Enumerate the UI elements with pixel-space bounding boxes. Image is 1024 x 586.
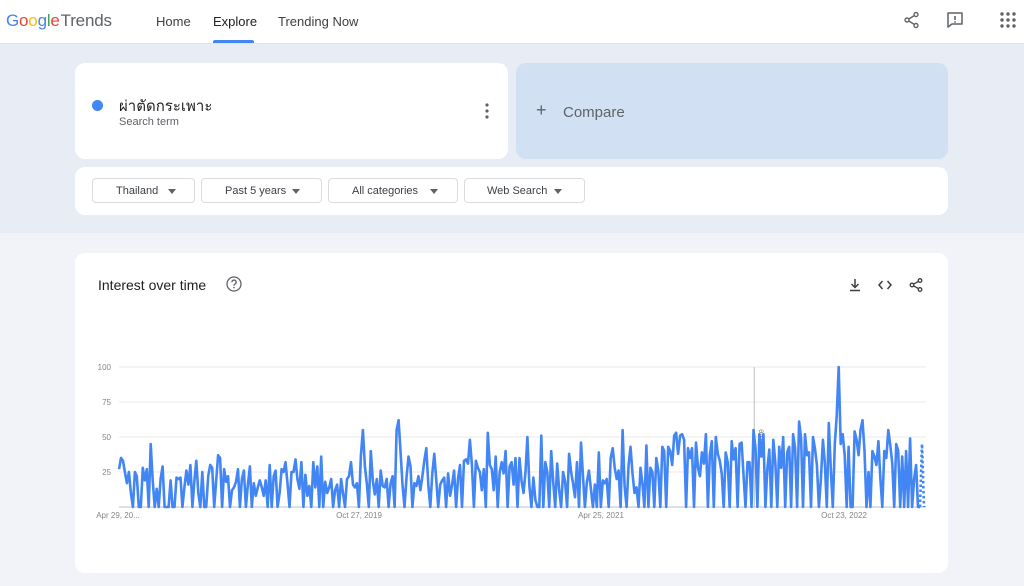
x-tick-label: Apr 29, 20... (96, 511, 140, 520)
x-tick-label: Oct 23, 2022 (821, 511, 867, 520)
logo-google-text: Google (6, 11, 60, 30)
dropdown-arrow-icon (168, 189, 176, 194)
filter-bar: Thailand Past 5 years All categories Web… (75, 167, 948, 215)
dropdown-arrow-icon (554, 189, 562, 194)
interest-over-time-card: Interest over time 25 50 75 100 Apr 29, 20.… (75, 253, 948, 573)
google-trends-logo[interactable]: GoogleTrends (6, 11, 112, 31)
logo-trends-text: Trends (60, 11, 112, 30)
y-tick-label: 100 (98, 363, 112, 372)
filter-search-type[interactable]: Web Search (464, 178, 585, 203)
y-tick-label: 25 (102, 468, 111, 477)
nav-active-indicator (213, 40, 254, 43)
filter-time-range[interactable]: Past 5 years (201, 178, 322, 203)
nav-explore[interactable]: Explore (213, 0, 257, 43)
filter-time-range-label: Past 5 years (225, 185, 287, 197)
nav-home[interactable]: Home (156, 0, 191, 43)
nav-trending-now[interactable]: Trending Now (278, 0, 358, 43)
x-tick-label: Apr 25, 2021 (578, 511, 624, 520)
filter-search-type-label: Web Search (487, 185, 548, 197)
filter-region[interactable]: Thailand (92, 178, 195, 203)
search-term-card[interactable]: ผ่าตัดกระเพาะ Search term (75, 63, 508, 159)
filter-region-label: Thailand (116, 185, 159, 197)
compare-label: Compare (563, 104, 625, 121)
filter-category-label: All categories (352, 185, 419, 197)
top-bar: GoogleTrends Home Explore Trending Now (0, 0, 1024, 44)
apps-grid-icon[interactable] (998, 10, 1018, 30)
compare-button[interactable]: + Compare (516, 63, 948, 159)
x-tick-label: Oct 27, 2019 (336, 511, 382, 520)
y-tick-label: 50 (102, 433, 111, 442)
dropdown-arrow-icon (292, 189, 300, 194)
interest-line-chart: 25 50 75 100 Apr 29, 20... Oct 27, 2019 Apr 2… (96, 363, 926, 520)
y-tick-label: 75 (102, 398, 111, 407)
dropdown-arrow-icon (430, 189, 438, 194)
search-term-text[interactable]: ผ่าตัดกระเพาะ (119, 94, 212, 118)
filter-category[interactable]: All categories (328, 178, 458, 203)
plus-icon: + (536, 100, 547, 120)
series-color-dot (92, 100, 103, 111)
series-partial-tail (918, 443, 926, 508)
more-vert-icon[interactable] (481, 101, 493, 121)
feedback-icon[interactable] (945, 10, 965, 30)
share-icon[interactable] (902, 10, 922, 30)
search-term-type: Search term (119, 116, 179, 128)
